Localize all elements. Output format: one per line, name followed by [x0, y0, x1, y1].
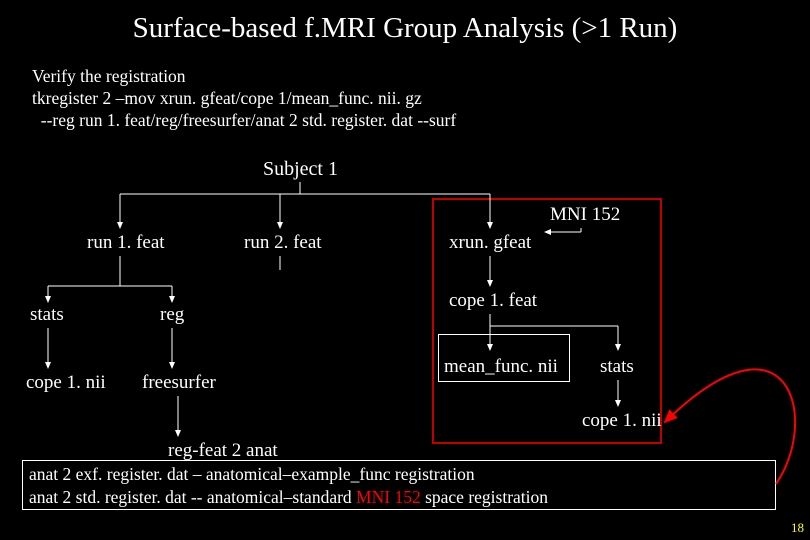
reg-line2-part-a: anat 2 std. register. dat -- anatomical–… [29, 487, 356, 507]
page-number: 18 [791, 520, 804, 536]
registration-files-box: anat 2 exf. register. dat – anatomical–e… [22, 460, 776, 510]
node-stats2: stats [600, 356, 634, 378]
node-freesurfer: freesurfer [142, 372, 216, 394]
node-regfeat2anat: reg-feat 2 anat [168, 440, 278, 462]
node-stats: stats [30, 304, 64, 326]
verify-line-3: --reg run 1. feat/reg/freesurfer/anat 2 … [32, 110, 456, 132]
verify-line-2: tkregister 2 –mov xrun. gfeat/cope 1/mea… [32, 88, 456, 110]
node-run1feat: run 1. feat [87, 232, 165, 254]
registration-line-2: anat 2 std. register. dat -- anatomical–… [29, 486, 769, 509]
node-mni152: MNI 152 [550, 204, 620, 226]
node-cope1nii: cope 1. nii [26, 372, 106, 394]
node-xrungfeat: xrun. gfeat [449, 232, 531, 254]
reg-line2-mni: MNI 152 [356, 487, 421, 507]
node-run2feat: run 2. feat [244, 232, 322, 254]
reg-line2-part-b: space registration [421, 487, 548, 507]
verify-line-1: Verify the registration [32, 66, 456, 88]
node-cope1feat: cope 1. feat [449, 290, 537, 312]
node-subject1: Subject 1 [263, 158, 338, 181]
registration-line-1: anat 2 exf. register. dat – anatomical–e… [29, 463, 769, 486]
verify-registration-block: Verify the registration tkregister 2 –mo… [32, 66, 456, 132]
node-cope1nii2: cope 1. nii [582, 410, 662, 432]
node-meanfunc: mean_func. nii [444, 356, 558, 378]
node-reg: reg [160, 304, 184, 326]
slide-title: Surface-based f.MRI Group Analysis (>1 R… [0, 0, 810, 45]
